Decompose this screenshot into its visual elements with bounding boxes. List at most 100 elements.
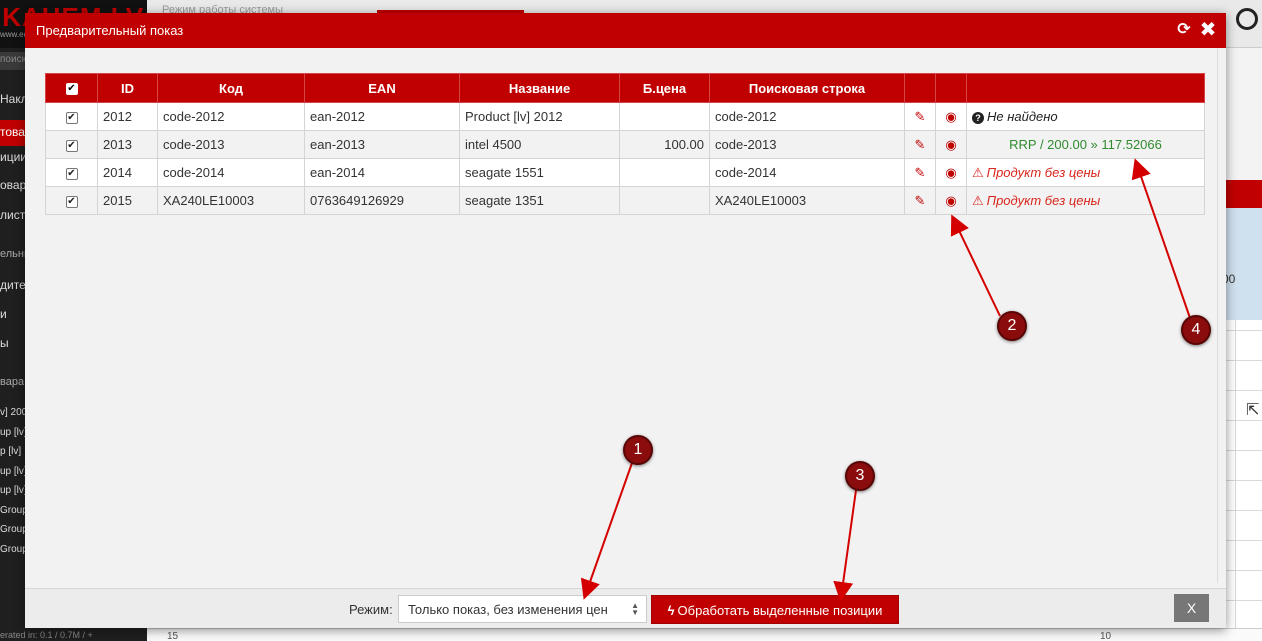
cell-status: ⚠ Продукт без цены xyxy=(966,186,1205,215)
status-text: Продукт без цены xyxy=(986,164,1101,180)
modal-body: ✔ ID Код EAN Название Б.цена Поисковая с… xyxy=(29,48,1218,583)
edit-cell[interactable]: ✎ xyxy=(904,186,936,215)
view-cell[interactable]: ◉ xyxy=(935,130,967,159)
cell-search: code-2014 xyxy=(709,158,905,187)
row-checkbox[interactable]: ✔ xyxy=(65,111,78,124)
cell-price xyxy=(619,102,710,131)
status-text: Продукт без цены xyxy=(986,192,1101,208)
annotation-badge-4: 4 xyxy=(1181,315,1211,345)
cell-id: 2014 xyxy=(97,158,158,187)
column-header-search[interactable]: Поисковая строка xyxy=(709,73,905,103)
edit-cell[interactable]: ✎ xyxy=(904,102,936,131)
bolt-icon: ϟ xyxy=(667,603,675,618)
cell-ean: ean-2013 xyxy=(304,130,460,159)
question-circle-icon: ? xyxy=(972,111,984,124)
cell-search: code-2012 xyxy=(709,102,905,131)
view-cell[interactable]: ◉ xyxy=(935,102,967,131)
row-number: 15 xyxy=(167,631,179,641)
column-header-id[interactable]: ID xyxy=(97,73,158,103)
cell-search: XA240LE10003 xyxy=(709,186,905,215)
modal-title: Предварительный показ xyxy=(36,23,184,38)
status-text: RRP / 200.00 » 117.52066 xyxy=(1009,137,1162,152)
cell-id: 2012 xyxy=(97,102,158,131)
cell-status: RRP / 200.00 » 117.52066 xyxy=(966,130,1205,159)
eye-icon[interactable]: ◉ xyxy=(945,137,956,152)
modal-content: ✔ ID Код EAN Название Б.цена Поисковая с… xyxy=(29,48,1218,583)
column-header-status xyxy=(966,73,1205,103)
preview-modal: Предварительный показ ⟳ ✖ ✔ ID Код EAN Н… xyxy=(25,13,1226,628)
edit-icon[interactable]: ✎ xyxy=(915,109,926,124)
edit-icon[interactable]: ✎ xyxy=(915,137,926,152)
cell-price: 100.00 xyxy=(619,130,710,159)
column-header-view xyxy=(935,73,967,103)
process-selected-button[interactable]: ϟ Обработать выделенные позиции xyxy=(651,595,899,624)
edit-icon[interactable]: ✎ xyxy=(915,165,926,180)
preview-table: ✔ ID Код EAN Название Б.цена Поисковая с… xyxy=(45,73,1205,215)
cell-name: intel 4500 xyxy=(459,130,620,159)
row-select-cell[interactable]: ✔ xyxy=(45,186,98,215)
cell-name: seagate 1351 xyxy=(459,186,620,215)
column-header-edit xyxy=(904,73,936,103)
cell-id: 2013 xyxy=(97,130,158,159)
eye-icon[interactable]: ◉ xyxy=(945,109,956,124)
cell-ean: 0763649126929 xyxy=(304,186,460,215)
column-header-name[interactable]: Название xyxy=(459,73,620,103)
column-header-price[interactable]: Б.цена xyxy=(619,73,710,103)
cell-code: code-2012 xyxy=(157,102,305,131)
cell-status: ⚠ Продукт без цены xyxy=(966,158,1205,187)
edit-cell[interactable]: ✎ xyxy=(904,158,936,187)
edit-cell[interactable]: ✎ xyxy=(904,130,936,159)
sidebar-subitem[interactable]: up [lv] xyxy=(0,466,27,477)
eye-icon[interactable]: ◉ xyxy=(945,165,956,180)
column-header-code[interactable]: Код xyxy=(157,73,305,103)
view-cell[interactable]: ◉ xyxy=(935,186,967,215)
sidebar-subitem[interactable]: Group xyxy=(0,524,28,535)
mouse-cursor-icon: ⇱ xyxy=(1246,402,1260,419)
select-all-checkbox[interactable]: ✔ xyxy=(65,83,78,96)
eye-icon[interactable]: ◉ xyxy=(945,193,956,208)
row-checkbox[interactable]: ✔ xyxy=(65,195,78,208)
cell-name: seagate 1551 xyxy=(459,158,620,187)
status-text: Не найдено xyxy=(987,109,1058,124)
table-row: ✔ 2013 code-2013 ean-2013 intel 4500 100.00 co… xyxy=(45,130,1205,159)
mode-select-value: Только показ, без изменения цен xyxy=(408,602,608,617)
sidebar-subitem[interactable]: Group xyxy=(0,505,28,516)
close-icon[interactable]: ✖ xyxy=(1199,20,1217,40)
modal-footer: Режим: Только показ, без изменения цен ▲… xyxy=(25,588,1226,628)
row-select-cell[interactable]: ✔ xyxy=(45,102,98,131)
annotation-badge-3: 3 xyxy=(845,461,875,491)
cell-code: XA240LE10003 xyxy=(157,186,305,215)
refresh-icon[interactable]: ⟳ xyxy=(1175,21,1193,39)
sidebar-subitem[interactable]: p [lv] xyxy=(0,446,21,457)
select-all-header[interactable]: ✔ xyxy=(45,73,98,103)
row-select-cell[interactable]: ✔ xyxy=(45,130,98,159)
sidebar-subitem[interactable]: up [lv] xyxy=(0,485,27,496)
sidebar-subitem[interactable]: v] 200 xyxy=(0,407,27,418)
mode-select[interactable]: Только показ, без изменения цен ▲ ▼ xyxy=(398,595,647,623)
edit-icon[interactable]: ✎ xyxy=(915,193,926,208)
cell-name: Product [lv] 2012 xyxy=(459,102,620,131)
warning-icon: ⚠ xyxy=(972,192,984,208)
table-row: ✔ 2012 code-2012 ean-2012 Product [lv] 2012 c… xyxy=(45,102,1205,131)
user-icon[interactable] xyxy=(1236,8,1258,30)
cell-ean: ean-2012 xyxy=(304,102,460,131)
annotation-badge-2: 2 xyxy=(997,311,1027,341)
cell-search: code-2013 xyxy=(709,130,905,159)
warning-icon: ⚠ xyxy=(972,164,984,180)
sidebar-subitem[interactable]: Group xyxy=(0,544,28,555)
background-bottom-row: 15 10 xyxy=(147,628,1262,641)
row-checkbox[interactable]: ✔ xyxy=(65,139,78,152)
column-header-ean[interactable]: EAN xyxy=(304,73,460,103)
modal-header: Предварительный показ ⟳ ✖ xyxy=(25,13,1226,48)
cell-code: code-2013 xyxy=(157,130,305,159)
view-cell[interactable]: ◉ xyxy=(935,158,967,187)
close-modal-button[interactable]: X xyxy=(1174,594,1209,622)
cell-id: 2015 xyxy=(97,186,158,215)
row-checkbox[interactable]: ✔ xyxy=(65,167,78,180)
cell-code: code-2014 xyxy=(157,158,305,187)
mode-label: Режим: xyxy=(349,602,393,617)
row-number: 10 xyxy=(1100,631,1112,641)
sidebar-subitem[interactable]: up [lv] xyxy=(0,427,27,438)
row-select-cell[interactable]: ✔ xyxy=(45,158,98,187)
generation-info: erated in: 0.1 / 0.7M / + xyxy=(0,630,93,640)
